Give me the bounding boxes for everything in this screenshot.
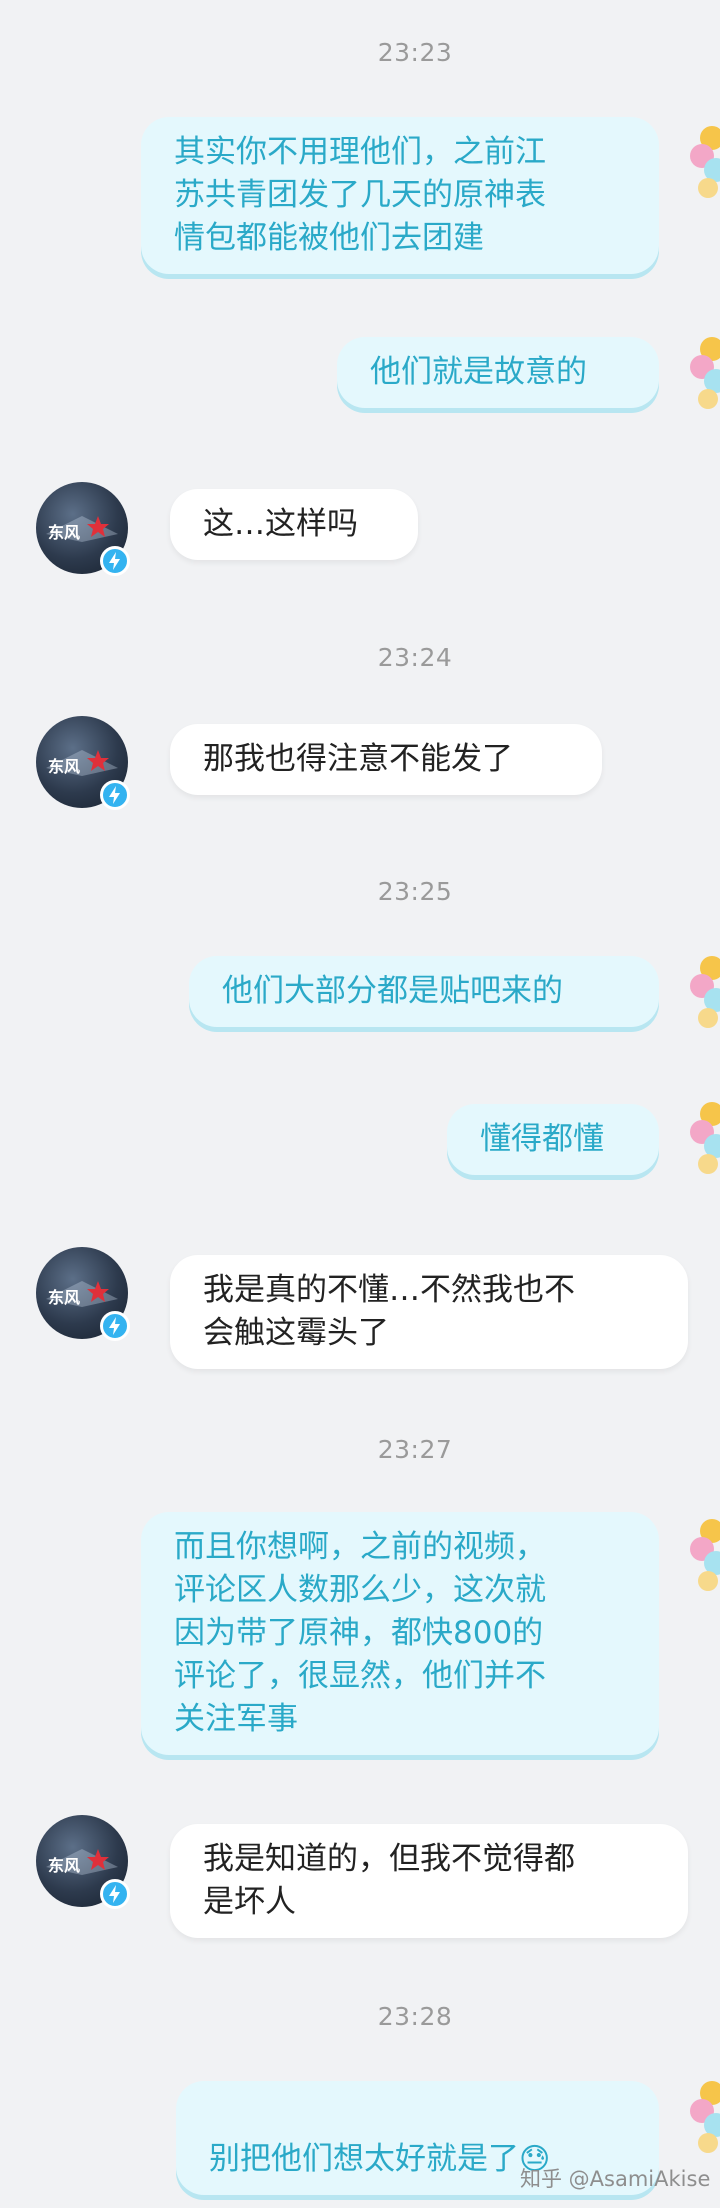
outgoing-message[interactable]: 他们大部分都是贴吧来的 bbox=[189, 956, 659, 1027]
incoming-message[interactable]: 这…这样吗 bbox=[170, 489, 418, 560]
incoming-message[interactable]: 我是真的不懂…不然我也不 会触这霉头了 bbox=[170, 1255, 688, 1369]
outgoing-message[interactable]: 其实你不用理他们，之前江 苏共青团发了几天的原神表 情包都能被他们去团建 bbox=[141, 117, 659, 274]
flower-avatar-icon[interactable] bbox=[686, 952, 720, 1034]
svg-text:东风: 东风 bbox=[48, 523, 80, 542]
incoming-message[interactable]: 那我也得注意不能发了 bbox=[170, 724, 602, 795]
contact-avatar-icon[interactable]: 东风 bbox=[36, 716, 130, 810]
timestamp: 23:25 bbox=[377, 877, 453, 906]
lightning-badge-icon bbox=[100, 546, 130, 576]
outgoing-message[interactable]: 他们就是故意的 bbox=[337, 337, 659, 408]
lightning-badge-icon bbox=[100, 780, 130, 810]
lightning-badge-icon bbox=[100, 1879, 130, 1909]
channel-logo-icon: 东风 bbox=[46, 750, 118, 776]
timestamp: 23:23 bbox=[377, 38, 453, 67]
timestamp: 23:28 bbox=[377, 2002, 453, 2031]
channel-logo-icon: 东风 bbox=[46, 1849, 118, 1875]
channel-logo-icon: 东风 bbox=[46, 1281, 118, 1307]
flower-avatar-icon[interactable] bbox=[686, 122, 720, 204]
flower-avatar-icon[interactable] bbox=[686, 2077, 720, 2159]
flower-avatar-icon[interactable] bbox=[686, 1515, 720, 1597]
svg-text:东风: 东风 bbox=[48, 757, 80, 776]
contact-avatar-icon[interactable]: 东风 bbox=[36, 482, 130, 576]
watermark: 知乎 @AsamiAkise bbox=[520, 2167, 711, 2191]
incoming-message[interactable]: 我是知道的，但我不觉得都 是坏人 bbox=[170, 1824, 688, 1938]
lightning-badge-icon bbox=[100, 1311, 130, 1341]
outgoing-message[interactable]: 而且你想啊，之前的视频， 评论区人数那么少，这次就 因为带了原神，都快800的 … bbox=[141, 1512, 659, 1755]
timestamp: 23:27 bbox=[377, 1435, 453, 1464]
message-text: 别把他们想太好就是了 bbox=[209, 2141, 519, 2177]
timestamp: 23:24 bbox=[377, 643, 453, 672]
svg-text:东风: 东风 bbox=[48, 1288, 80, 1307]
outgoing-message[interactable]: 懂得都懂 bbox=[447, 1104, 659, 1175]
flower-avatar-icon[interactable] bbox=[686, 333, 720, 415]
flower-avatar-icon[interactable] bbox=[686, 1098, 720, 1180]
contact-avatar-icon[interactable]: 东风 bbox=[36, 1247, 130, 1341]
contact-avatar-icon[interactable]: 东风 bbox=[36, 1815, 130, 1909]
channel-logo-icon: 东风 bbox=[46, 516, 118, 542]
svg-text:东风: 东风 bbox=[48, 1856, 80, 1875]
